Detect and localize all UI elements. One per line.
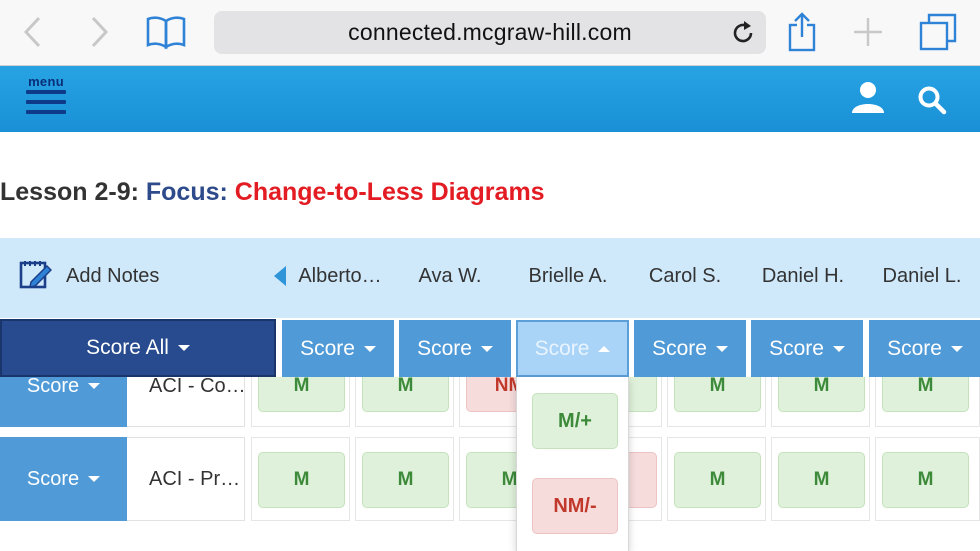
mark-chip[interactable]: M — [778, 452, 865, 508]
user-icon[interactable] — [848, 80, 888, 116]
student-name[interactable]: Daniel L. — [868, 258, 976, 294]
new-tab-plus-icon[interactable] — [850, 11, 886, 53]
student-name[interactable]: Daniel H. — [751, 258, 855, 294]
score-label: Score — [887, 336, 942, 360]
mark-chip[interactable]: M — [362, 452, 449, 508]
chevron-up-icon — [598, 345, 611, 352]
hamburger-line — [26, 100, 66, 104]
menu-label: menu — [28, 74, 64, 89]
mark-cell[interactable]: M — [355, 437, 454, 521]
score-dropdown-menu: M/+ NM/- — [516, 377, 629, 551]
score-label: Score — [26, 377, 80, 397]
row-label: ACI - Co… — [149, 377, 246, 397]
mark-cell[interactable]: M — [771, 377, 870, 427]
score-label: Score — [300, 336, 355, 360]
menu-button[interactable]: menu — [24, 74, 68, 118]
mark-cell[interactable]: M — [667, 377, 766, 427]
reload-icon[interactable] — [730, 20, 756, 46]
mark-chip[interactable]: M — [258, 452, 345, 508]
mark-chip[interactable]: M — [258, 377, 345, 412]
search-icon[interactable] — [916, 84, 948, 116]
forward-chevron-icon[interactable] — [84, 11, 114, 53]
hamburger-menu-icon — [26, 90, 66, 94]
score-all-button[interactable]: Score All — [0, 319, 276, 377]
mark-cell[interactable]: M — [771, 437, 870, 521]
chevron-down-icon — [715, 345, 728, 352]
chevron-down-icon — [177, 345, 190, 351]
student-name[interactable]: Carol S. — [634, 258, 736, 294]
score-column-button[interactable]: Score — [399, 320, 511, 377]
hamburger-line — [26, 110, 66, 114]
share-icon[interactable] — [784, 11, 820, 53]
row-label-cell: ACI - Co… — [127, 377, 246, 427]
score-column-button[interactable]: Score — [634, 320, 746, 377]
mark-cell[interactable]: M — [875, 377, 980, 427]
score-grid: Score ACI - Co… M M NM M M M Score ACI -… — [0, 377, 980, 551]
mark-cell[interactable]: M — [875, 437, 980, 521]
mark-cell[interactable]: M — [251, 377, 350, 427]
chevron-down-icon — [363, 345, 376, 352]
chevron-down-icon — [88, 383, 101, 389]
mark-chip[interactable]: M — [882, 377, 969, 412]
url-text: connected.mcgraw-hill.com — [348, 19, 632, 45]
chevron-down-icon — [832, 345, 845, 352]
address-bar[interactable]: connected.mcgraw-hill.com — [214, 11, 766, 54]
score-label: Score — [769, 336, 824, 360]
mark-chip[interactable]: M — [882, 452, 969, 508]
bookmarks-book-icon[interactable] — [144, 11, 188, 53]
student-name[interactable]: Ava W. — [399, 258, 501, 294]
dropdown-option-not-mastered[interactable]: NM/- — [532, 478, 618, 534]
chevron-down-icon — [480, 345, 493, 352]
mark-chip[interactable]: M — [362, 377, 449, 412]
student-name[interactable]: Brielle A. — [516, 258, 620, 294]
row-score-button[interactable]: Score — [0, 377, 127, 427]
row-label: ACI - Pr… — [149, 467, 241, 490]
score-column-button[interactable]: Score — [869, 320, 980, 377]
edit-notes-icon — [18, 257, 53, 296]
add-notes-label: Add Notes — [66, 264, 160, 287]
browser-toolbar: connected.mcgraw-hill.com — [0, 0, 980, 66]
mark-cell[interactable]: M — [251, 437, 350, 521]
lesson-topic: Change-to-Less Diagrams — [234, 178, 545, 206]
score-label: Score — [652, 336, 707, 360]
row-label-cell: ACI - Pr… — [127, 437, 245, 521]
mark-cell[interactable]: M — [667, 437, 766, 521]
score-column-button[interactable]: Score — [751, 320, 863, 377]
mark-chip[interactable]: M — [674, 452, 761, 508]
app-header — [0, 66, 980, 132]
lesson-focus: Focus: — [145, 178, 235, 206]
back-chevron-icon[interactable] — [18, 11, 48, 53]
chevron-down-icon — [950, 345, 963, 352]
dropdown-option-mastered[interactable]: M/+ — [532, 393, 618, 449]
student-name[interactable]: Alberto… — [292, 258, 388, 294]
row-score-button[interactable]: Score — [0, 437, 127, 521]
scroll-left-arrow-icon[interactable] — [274, 266, 286, 286]
score-column-button[interactable]: Score — [282, 320, 394, 377]
add-notes-button[interactable]: Add Notes — [18, 256, 178, 296]
score-all-label: Score All — [86, 336, 169, 359]
mark-chip[interactable]: M — [778, 377, 865, 412]
score-label: Score — [417, 336, 472, 360]
score-label: Score — [534, 336, 590, 360]
score-column-button-active[interactable]: Score — [516, 320, 629, 377]
mark-chip[interactable]: M — [674, 377, 761, 412]
lesson-prefix: Lesson 2-9: — [0, 178, 146, 206]
chevron-down-icon — [88, 476, 101, 482]
tabs-icon[interactable] — [916, 11, 960, 53]
score-label: Score — [26, 467, 80, 490]
lesson-title: Lesson 2-9: Focus: Change-to-Less Diagra… — [0, 178, 545, 212]
mark-cell[interactable]: M — [355, 377, 454, 427]
